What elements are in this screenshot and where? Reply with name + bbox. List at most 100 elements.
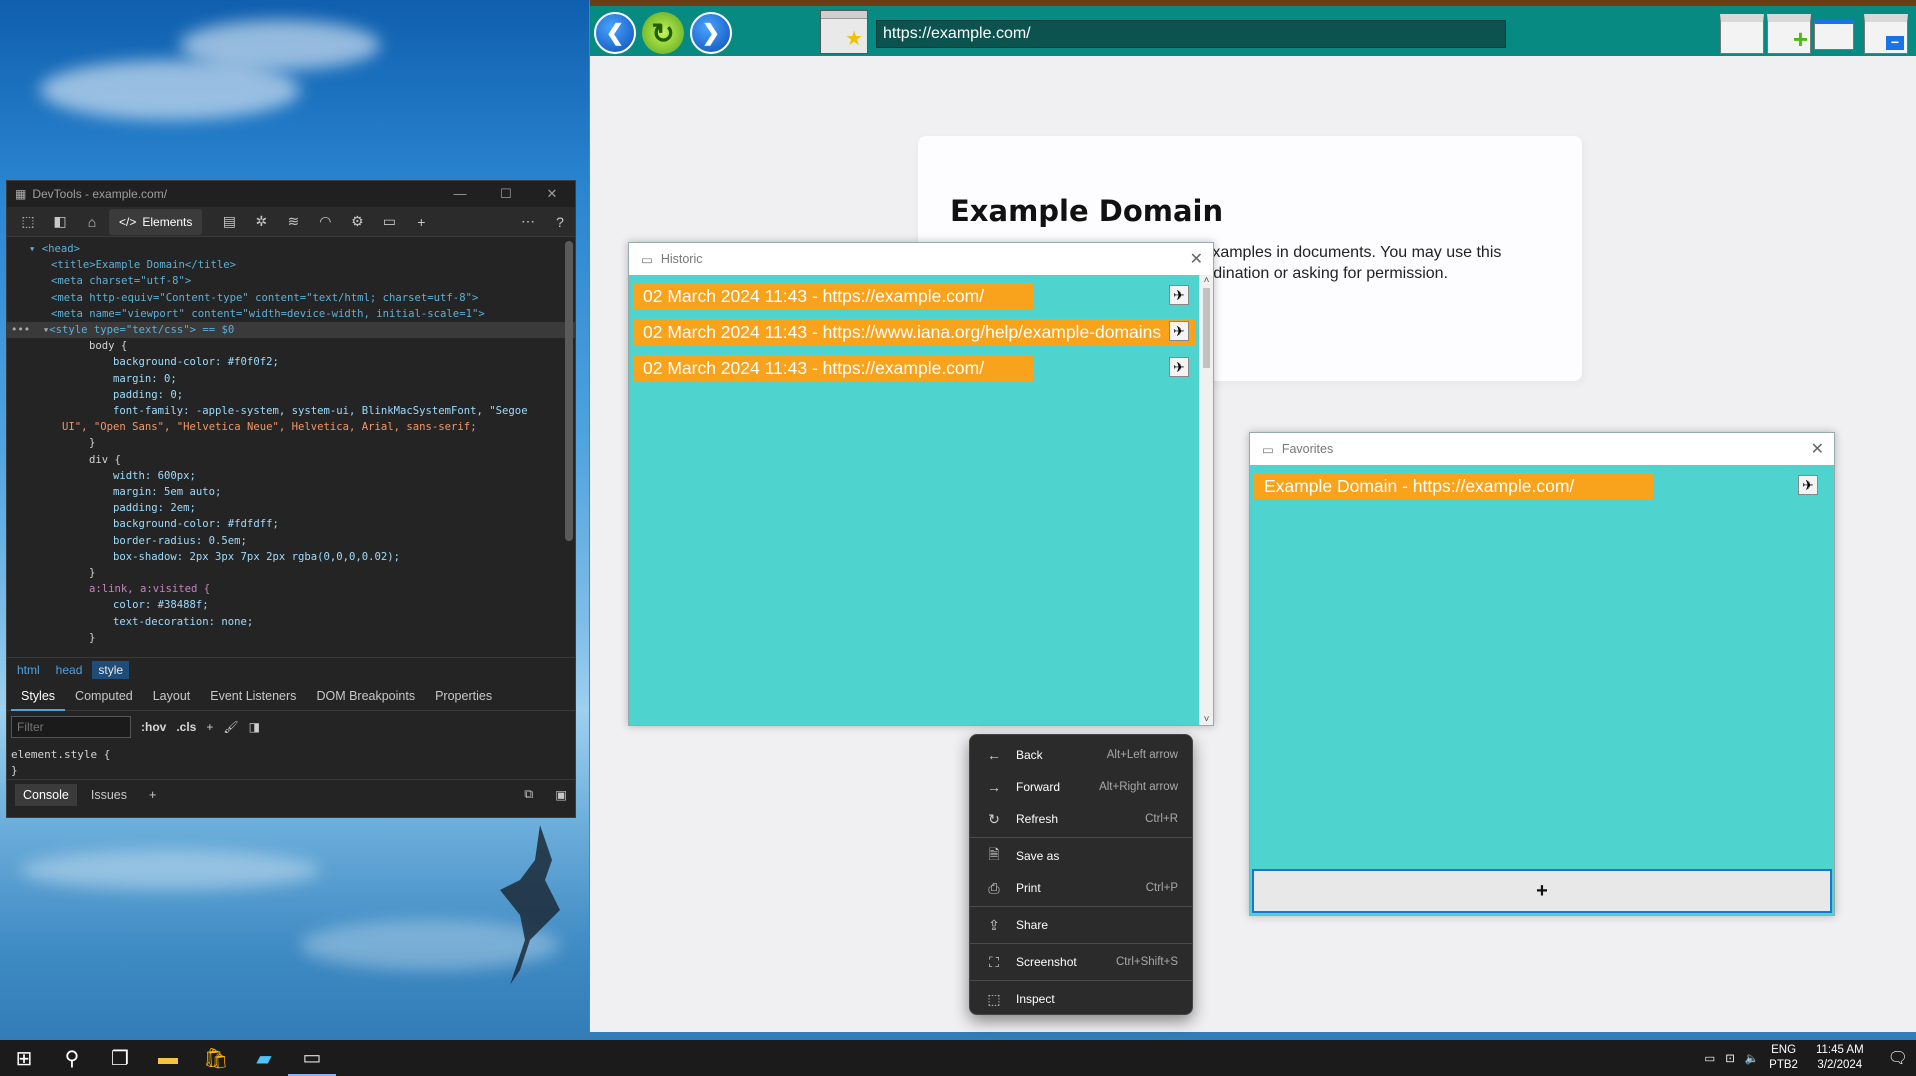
start-button[interactable]: ⊞ <box>0 1040 48 1076</box>
tab-styles[interactable]: Styles <box>11 681 66 711</box>
elements-dom-tree[interactable]: ▾ <head> <title>Example Domain</title> <… <box>7 237 575 657</box>
network-icon[interactable]: ≋ <box>278 209 308 235</box>
cls-toggle[interactable]: .cls <box>176 720 196 734</box>
historic-titlebar[interactable]: ▭ Historic ✕ <box>629 243 1213 275</box>
favorites-panel[interactable]: ▭ Favorites ✕ Example Domain - https://e… <box>1249 432 1835 916</box>
dom-line[interactable]: ▾ <head> <box>7 241 575 257</box>
devtools-titlebar[interactable]: ▦ DevTools - example.com/ — ☐ ✕ <box>7 181 575 207</box>
tab-event-listeners[interactable]: Event Listeners <box>200 689 306 703</box>
browser-app-button[interactable]: ▭ <box>288 1040 336 1076</box>
historic-scrollbar[interactable]: ˄ ˅ <box>1199 275 1213 725</box>
application-icon[interactable]: ▭ <box>374 209 404 235</box>
close-button[interactable]: ✕ <box>529 186 575 202</box>
menu-item-back[interactable]: ← Back Alt+Left arrow <box>970 739 1192 771</box>
close-drawer-icon[interactable]: ▣ <box>547 783 575 806</box>
remove-window-icon[interactable]: − <box>1864 14 1908 54</box>
performance-icon[interactable]: ◠ <box>310 209 340 235</box>
tab-layout[interactable]: Layout <box>143 689 201 703</box>
historic-panel[interactable]: ▭ Historic ✕ 02 March 2024 11:43 - https… <box>628 242 1214 726</box>
add-tab-icon[interactable]: + <box>406 209 436 235</box>
pin-icon[interactable]: ✈ <box>1169 285 1189 305</box>
tab-issues[interactable]: Issues <box>83 784 135 806</box>
language-indicator[interactable]: ENG PTB2 <box>1769 1043 1798 1073</box>
add-window-icon[interactable]: + <box>1767 14 1811 54</box>
scroll-up-icon[interactable]: ˄ <box>1200 275 1213 286</box>
new-style-rule-icon[interactable]: + <box>206 720 213 734</box>
help-icon[interactable]: ? <box>545 209 575 235</box>
pin-icon[interactable]: ✈ <box>1798 475 1818 495</box>
refresh-button[interactable]: ↻ <box>642 12 684 54</box>
breadcrumb-head[interactable]: head <box>50 661 89 679</box>
volume-icon[interactable]: 🔈 <box>1745 1051 1759 1065</box>
dock-icon[interactable]: ⧉ <box>516 783 541 806</box>
pin-icon[interactable]: ✈ <box>1169 321 1189 341</box>
sidebar-toggle-icon[interactable]: ◨ <box>249 720 260 734</box>
favorite-item[interactable]: Example Domain - https://example.com/ <box>1254 473 1654 499</box>
search-button[interactable]: ⚲ <box>48 1040 96 1076</box>
menu-item-inspect[interactable]: ⬚ Inspect <box>970 983 1192 1015</box>
back-button[interactable]: ❮ <box>594 12 636 54</box>
more-options-icon[interactable]: ⋯ <box>513 209 543 235</box>
add-favorite-button[interactable]: ★ <box>820 10 868 54</box>
maximize-button[interactable]: ☐ <box>483 186 529 202</box>
dom-line[interactable]: <meta http-equiv="Content-type" content=… <box>7 290 575 306</box>
restore-window-icon[interactable] <box>1814 20 1854 50</box>
console-icon[interactable]: ▤ <box>214 209 244 235</box>
add-favorite-item-button[interactable]: + <box>1252 869 1832 913</box>
hov-toggle[interactable]: :hov <box>141 720 166 734</box>
menu-item-forward[interactable]: → Forward Alt+Right arrow <box>970 771 1192 803</box>
devtools-window[interactable]: ▦ DevTools - example.com/ — ☐ ✕ ⬚ ◧ ⌂ </… <box>6 180 576 818</box>
dom-line[interactable]: <meta charset="utf-8"> <box>7 273 575 289</box>
styles-filter-input[interactable] <box>11 716 131 738</box>
mail-app-button[interactable]: ▰ <box>240 1040 288 1076</box>
add-drawer-tab-icon[interactable]: + <box>141 784 164 806</box>
settings-gear-icon[interactable]: ⚙ <box>342 209 372 235</box>
history-item[interactable]: 02 March 2024 11:43 - https://example.co… <box>633 355 1033 381</box>
browser-window[interactable]: ❮ ↻ ❯ ★ https://example.com/ + − Example… <box>589 0 1916 1032</box>
dom-scrollbar[interactable] <box>565 241 573 541</box>
menu-item-screenshot[interactable]: ⛶ Screenshot Ctrl+Shift+S <box>970 946 1192 978</box>
historic-close-button[interactable]: ✕ <box>1190 249 1203 269</box>
menu-item-save-as[interactable]: 🗎 Save as <box>970 840 1192 872</box>
home-icon[interactable]: ⌂ <box>77 209 107 235</box>
history-item[interactable]: 02 March 2024 11:43 - https://www.iana.o… <box>633 319 1195 345</box>
tab-elements-label: Elements <box>142 214 193 229</box>
bug-icon[interactable]: ✲ <box>246 209 276 235</box>
tab-properties[interactable]: Properties <box>425 689 502 703</box>
element-style-block[interactable]: element.style { } <box>7 743 575 779</box>
tab-elements[interactable]: </> Elements <box>109 208 203 235</box>
tab-console[interactable]: Console <box>15 783 77 806</box>
breadcrumb-style[interactable]: style <box>92 660 130 679</box>
battery-icon[interactable]: ▭ <box>1704 1051 1715 1065</box>
address-bar[interactable]: https://example.com/ <box>876 20 1506 48</box>
forward-button[interactable]: ❯ <box>690 12 732 54</box>
dom-line[interactable]: <meta name="viewport" content="width=dev… <box>7 306 575 322</box>
menu-item-share[interactable]: ⇪ Share <box>970 909 1192 941</box>
favorites-close-button[interactable]: ✕ <box>1811 439 1824 459</box>
css-line: padding: 0; <box>113 388 184 401</box>
scroll-thumb[interactable] <box>1203 288 1210 368</box>
device-toggle-icon[interactable]: ◧ <box>45 209 75 235</box>
breadcrumb-html[interactable]: html <box>11 661 46 679</box>
scroll-down-icon[interactable]: ˅ <box>1200 714 1213 725</box>
new-window-icon[interactable] <box>1720 14 1764 54</box>
minimize-button[interactable]: — <box>437 186 483 202</box>
dom-line-selected[interactable]: ••• ▾<style type="text/css"> == $0 <box>7 322 575 339</box>
file-explorer-button[interactable]: ▬ <box>144 1040 192 1076</box>
tab-dom-breakpoints[interactable]: DOM Breakpoints <box>306 689 425 703</box>
css-line: text-decoration: none; <box>113 615 254 628</box>
paint-brush-icon[interactable]: 🖌 <box>223 720 238 734</box>
tab-computed[interactable]: Computed <box>65 689 143 703</box>
dom-line[interactable]: <title>Example Domain</title> <box>7 257 575 273</box>
menu-item-print[interactable]: ⎙ Print Ctrl+P <box>970 872 1192 904</box>
menu-item-refresh[interactable]: ↻ Refresh Ctrl+R <box>970 803 1192 835</box>
network-icon[interactable]: ⊡ <box>1725 1051 1735 1065</box>
notifications-icon[interactable]: 🗨 <box>1888 1048 1908 1068</box>
task-view-button[interactable]: ❐ <box>96 1040 144 1076</box>
store-button[interactable]: 🛍 <box>192 1040 240 1076</box>
history-item[interactable]: 02 March 2024 11:43 - https://example.co… <box>633 283 1033 309</box>
inspect-element-icon[interactable]: ⬚ <box>13 209 43 235</box>
favorites-titlebar[interactable]: ▭ Favorites ✕ <box>1250 433 1834 465</box>
clock[interactable]: 11:45 AM 3/2/2024 <box>1816 1043 1864 1073</box>
pin-icon[interactable]: ✈ <box>1169 357 1189 377</box>
